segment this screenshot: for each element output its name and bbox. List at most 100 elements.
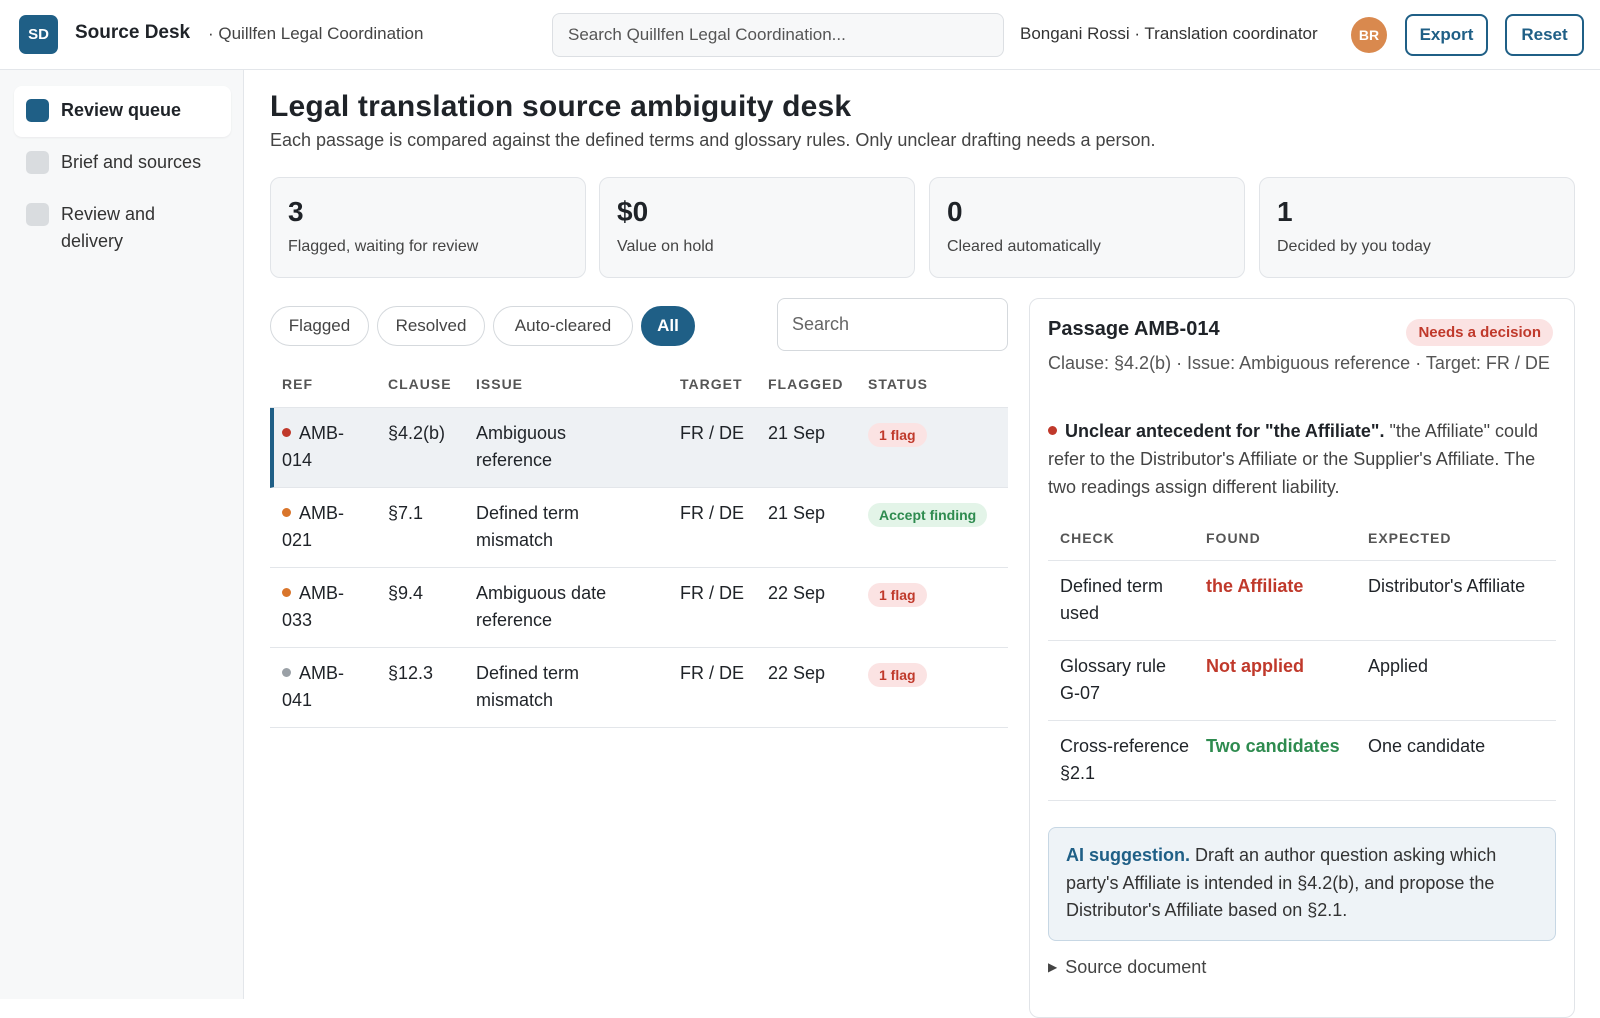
stat-card-flagged: 3 Flagged, waiting for review xyxy=(270,177,586,278)
row-ref: AMB-014 xyxy=(282,423,344,470)
ai-suggestion: AI suggestion. Draft an author question … xyxy=(1048,827,1556,941)
global-search-input[interactable] xyxy=(552,13,1004,57)
row-clause: §7.1 xyxy=(388,503,424,523)
stat-card-decided: 1 Decided by you today xyxy=(1259,177,1575,278)
row-flagged: 21 Sep xyxy=(768,423,826,443)
row-target: FR / DE xyxy=(680,503,745,523)
nav-square-icon xyxy=(26,203,49,226)
filter-chip-all[interactable]: All xyxy=(641,306,695,346)
org-name: · Quillfen Legal Coordination xyxy=(208,24,424,43)
check-name: Glossary rule G-07 xyxy=(1060,656,1167,703)
check-row: Cross-reference §2.1 Two candidates One … xyxy=(1048,721,1556,801)
reset-button[interactable]: Reset xyxy=(1505,14,1584,56)
stat-label: Flagged, waiting for review xyxy=(288,238,479,255)
sidebar-item-brief-and-sources[interactable]: Brief and sources xyxy=(14,138,231,189)
status-badge: 1 flag xyxy=(868,583,927,607)
queue-search-input[interactable] xyxy=(777,298,1008,351)
check-expected: One candidate xyxy=(1368,736,1486,756)
passage-detail-panel: Passage AMB-014 Needs a decision Clause:… xyxy=(1029,298,1575,1018)
column-header: CLAUSE xyxy=(388,376,452,392)
decision-badge: Needs a decision xyxy=(1406,319,1553,346)
check-name: Defined term used xyxy=(1060,576,1164,623)
check-found: the Affiliate xyxy=(1206,576,1304,596)
app-logo: SD xyxy=(19,15,58,54)
app-name: Source Desk xyxy=(75,22,191,43)
table-row[interactable]: AMB-041 §12.3 Defined term mismatch FR /… xyxy=(270,648,1008,728)
column-header: REF xyxy=(282,376,313,392)
check-name: Cross-reference §2.1 xyxy=(1060,736,1190,783)
disclosure-triangle-icon: ▶ xyxy=(1048,960,1058,974)
avatar[interactable]: BR xyxy=(1351,17,1387,53)
column-header: EXPECTED xyxy=(1368,530,1452,546)
row-target: FR / DE xyxy=(680,663,745,683)
stat-label: Decided by you today xyxy=(1277,238,1431,255)
sidebar-item-review-queue[interactable]: Review queue xyxy=(14,86,231,137)
status-dot-icon xyxy=(282,667,291,677)
status-badge: 1 flag xyxy=(868,663,927,687)
check-row: Glossary rule G-07 Not applied Applied xyxy=(1048,641,1556,721)
finding-text: Unclear antecedent for "the Affiliate". … xyxy=(1048,417,1558,501)
row-ref: AMB-033 xyxy=(282,583,344,630)
row-flagged: 22 Sep xyxy=(768,663,826,683)
row-clause: §4.2(b) xyxy=(388,423,446,443)
ai-suggestion-label: AI suggestion. xyxy=(1066,845,1191,865)
finding-title: Unclear antecedent for "the Affiliate". xyxy=(1065,421,1385,441)
export-button[interactable]: Export xyxy=(1405,14,1488,56)
filter-chip-auto-cleared[interactable]: Auto-cleared xyxy=(493,306,633,346)
page-subtitle: Each passage is compared against the def… xyxy=(270,130,1156,150)
stat-value: $0 xyxy=(617,196,649,227)
sidebar-item-label: Review and delivery xyxy=(61,204,156,251)
source-document-toggle[interactable]: ▶ Source document xyxy=(1048,957,1206,978)
row-issue: Ambiguous reference xyxy=(476,423,567,470)
row-clause: §9.4 xyxy=(388,583,424,603)
sidebar-item-label: Brief and sources xyxy=(61,152,202,172)
column-header: FLAGGED xyxy=(768,376,844,392)
table-row[interactable]: AMB-021 §7.1 Defined term mismatch FR / … xyxy=(270,488,1008,568)
queue-table-header: REF CLAUSE ISSUE TARGET FLAGGED STATUS xyxy=(270,368,1008,408)
status-badge: Accept finding xyxy=(868,503,988,527)
top-bar: SD Source Desk · Quillfen Legal Coordina… xyxy=(0,0,1600,70)
stat-value: 3 xyxy=(288,196,304,227)
checks-table: CHECK FOUND EXPECTED Defined term used t… xyxy=(1048,519,1556,801)
row-flagged: 21 Sep xyxy=(768,503,826,523)
row-ref: AMB-021 xyxy=(282,503,344,550)
sidebar: Review queue Brief and sources Review an… xyxy=(0,70,244,999)
status-dot-icon xyxy=(282,507,291,517)
check-expected: Distributor's Affiliate xyxy=(1368,576,1526,596)
filter-chip-flagged[interactable]: Flagged xyxy=(270,306,369,346)
source-document-label: Source document xyxy=(1065,957,1207,977)
nav-square-icon xyxy=(26,99,49,122)
column-header: STATUS xyxy=(868,376,928,392)
row-issue: Ambiguous date reference xyxy=(476,583,607,630)
row-flagged: 22 Sep xyxy=(768,583,826,603)
page-title: Legal translation source ambiguity desk xyxy=(270,90,852,123)
checks-table-header: CHECK FOUND EXPECTED xyxy=(1048,519,1556,561)
row-issue: Defined term mismatch xyxy=(476,663,580,710)
filter-chip-resolved[interactable]: Resolved xyxy=(377,306,485,346)
status-badge: 1 flag xyxy=(868,423,927,447)
row-ref: AMB-041 xyxy=(282,663,344,710)
row-issue: Defined term mismatch xyxy=(476,503,580,550)
status-dot-icon xyxy=(282,427,291,437)
sidebar-item-label: Review queue xyxy=(61,100,182,120)
column-header: CHECK xyxy=(1060,530,1115,546)
check-row: Defined term used the Affiliate Distribu… xyxy=(1048,561,1556,641)
row-target: FR / DE xyxy=(680,423,745,443)
sidebar-item-review-and-delivery[interactable]: Review and delivery xyxy=(14,190,231,268)
check-found: Two candidates xyxy=(1206,736,1340,756)
queue-table: REF CLAUSE ISSUE TARGET FLAGGED STATUS A… xyxy=(270,368,1008,728)
stat-label: Value on hold xyxy=(617,238,714,255)
stat-value: 1 xyxy=(1277,196,1293,227)
check-found: Not applied xyxy=(1206,656,1304,676)
nav-square-icon xyxy=(26,151,49,174)
stat-card-cleared: 0 Cleared automatically xyxy=(929,177,1245,278)
stat-value: 0 xyxy=(947,196,963,227)
column-header: TARGET xyxy=(680,376,743,392)
check-expected: Applied xyxy=(1368,656,1429,676)
table-row[interactable]: AMB-014 §4.2(b) Ambiguous reference FR /… xyxy=(270,408,1008,488)
stat-card-value-on-hold: $0 Value on hold xyxy=(599,177,915,278)
table-row[interactable]: AMB-033 §9.4 Ambiguous date reference FR… xyxy=(270,568,1008,648)
user-info: Bongani Rossi · Translation coordinator xyxy=(1020,24,1318,43)
row-clause: §12.3 xyxy=(388,663,434,683)
column-header: ISSUE xyxy=(476,376,524,392)
